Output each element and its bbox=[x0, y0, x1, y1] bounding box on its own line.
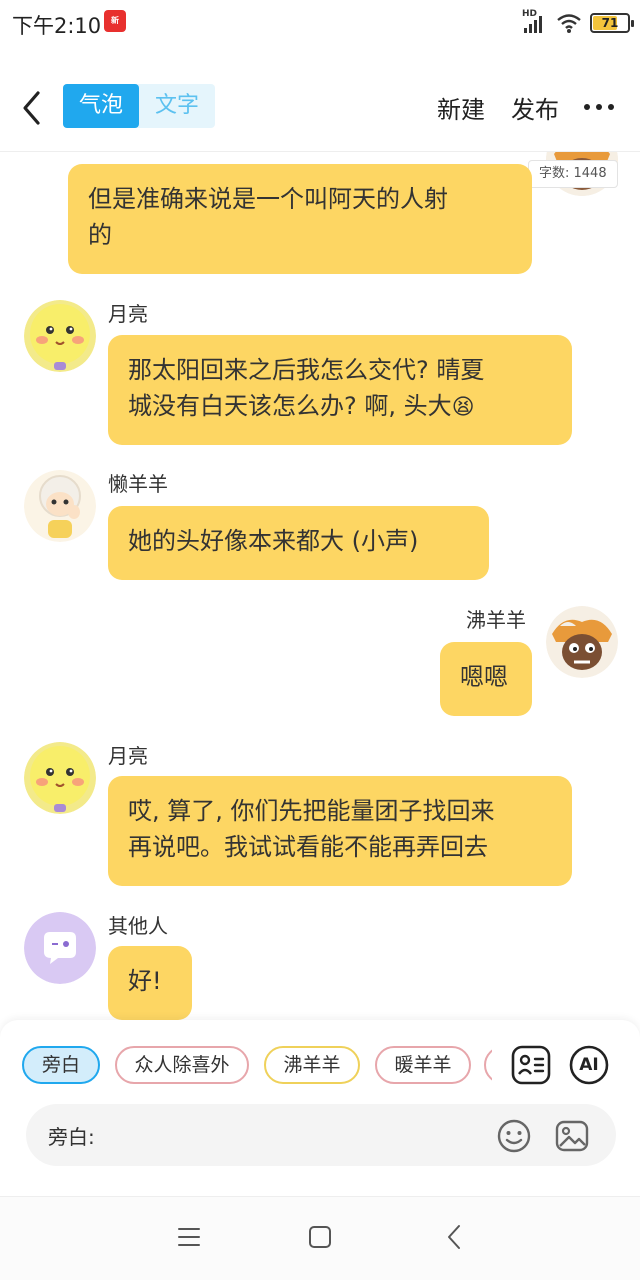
message-line: 好! bbox=[128, 967, 162, 995]
message-bubble[interactable]: 哎, 算了, 你们先把能量团子找回来 再说吧。我试试看能不能再弄回去 bbox=[108, 776, 572, 886]
role-chip-bar[interactable]: 旁白 众人除喜外 沸羊羊 暖羊羊 bbox=[22, 1046, 492, 1086]
contact-card-icon bbox=[511, 1045, 551, 1085]
home-square-icon bbox=[309, 1226, 331, 1248]
chip-fei-yang-yang[interactable]: 沸羊羊 bbox=[264, 1046, 360, 1084]
role-card-button[interactable] bbox=[510, 1044, 552, 1086]
avatar-moon[interactable] bbox=[24, 742, 96, 814]
sender-name: 月亮 bbox=[108, 302, 148, 326]
message-line: 嗯嗯 bbox=[460, 663, 508, 691]
back-triangle-icon bbox=[448, 1225, 460, 1249]
ai-button[interactable]: AI bbox=[568, 1044, 610, 1086]
new-button[interactable]: 新建 bbox=[437, 90, 485, 125]
image-icon bbox=[555, 1120, 589, 1152]
chip-more[interactable] bbox=[484, 1046, 492, 1084]
battery-level: 71 bbox=[601, 16, 619, 30]
message-line: 哎, 算了, 你们先把能量团子找回来 bbox=[128, 797, 495, 825]
tab-bubble[interactable]: 气泡 bbox=[63, 84, 139, 128]
chat-area[interactable]: 字数: 1448 但是准确来说是一个叫阿天的人射 的 月亮 那太阳回来之后我怎么… bbox=[0, 152, 640, 1020]
message-line: 的 bbox=[88, 221, 112, 249]
emoji-button[interactable] bbox=[496, 1118, 532, 1154]
message-bubble[interactable]: 好! bbox=[108, 946, 192, 1020]
avatar-lan-yang-yang[interactable] bbox=[24, 470, 96, 542]
more-options-icon[interactable] bbox=[584, 104, 614, 110]
top-bar: 气泡 文字 新建 发布 bbox=[0, 60, 640, 152]
news-app-icon: 新 bbox=[104, 10, 126, 32]
back-button[interactable] bbox=[18, 88, 48, 128]
message-bubble[interactable]: 那太阳回来之后我怎么交代? 晴夏 城没有白天该怎么办? 啊, 头大😫 bbox=[108, 335, 572, 445]
battery-icon: 71 bbox=[590, 13, 634, 33]
publish-button[interactable]: 发布 bbox=[511, 90, 559, 125]
nav-back-button[interactable] bbox=[440, 1223, 468, 1251]
message-input[interactable]: 旁白: bbox=[26, 1104, 616, 1166]
status-indicators: HD 71 bbox=[522, 9, 634, 36]
wifi-icon bbox=[556, 12, 582, 34]
avatar-fei-yang-yang[interactable] bbox=[546, 606, 618, 678]
menu-icon bbox=[178, 1228, 200, 1246]
message-line: 城没有白天该怎么办? 啊, 头大😫 bbox=[128, 392, 475, 420]
image-button[interactable] bbox=[554, 1118, 590, 1154]
message-line: 但是准确来说是一个叫阿天的人射 bbox=[88, 185, 448, 213]
tired-face-emoji-icon: 😫 bbox=[451, 395, 475, 420]
composer-panel: 旁白 众人除喜外 沸羊羊 暖羊羊 AI 旁白: bbox=[0, 1020, 640, 1196]
sender-name: 其他人 bbox=[108, 914, 168, 938]
message-bubble[interactable]: 但是准确来说是一个叫阿天的人射 的 bbox=[68, 164, 532, 274]
ai-label: AI bbox=[579, 1055, 599, 1075]
chevron-left-icon bbox=[23, 91, 40, 125]
chip-all-except-xi[interactable]: 众人除喜外 bbox=[115, 1046, 249, 1084]
input-role-label: 旁白: bbox=[48, 1125, 95, 1149]
home-button[interactable] bbox=[306, 1223, 334, 1251]
chip-nuan-yang-yang[interactable]: 暖羊羊 bbox=[375, 1046, 471, 1084]
sender-name: 月亮 bbox=[108, 744, 148, 768]
message-line: 那太阳回来之后我怎么交代? 晴夏 bbox=[128, 356, 485, 384]
system-nav-bar bbox=[0, 1196, 640, 1280]
chip-narration[interactable]: 旁白 bbox=[22, 1046, 100, 1084]
sender-name: 懒羊羊 bbox=[108, 472, 168, 496]
signal-icon: HD bbox=[522, 9, 548, 34]
smiley-icon bbox=[497, 1119, 531, 1153]
message-line: 她的头好像本来都大 (小声) bbox=[128, 527, 419, 555]
message-bubble[interactable]: 她的头好像本来都大 (小声) bbox=[108, 506, 489, 580]
menu-button[interactable] bbox=[175, 1223, 203, 1251]
status-bar: 下午2:10 新 HD 71 bbox=[0, 0, 640, 48]
tab-text[interactable]: 文字 bbox=[139, 84, 215, 128]
word-count-badge: 字数: 1448 bbox=[528, 160, 618, 188]
avatar-others[interactable] bbox=[24, 912, 96, 984]
display-mode-toggle: 气泡 文字 bbox=[63, 84, 215, 128]
battery-tip bbox=[631, 20, 634, 27]
sender-name: 沸羊羊 bbox=[466, 608, 526, 632]
message-line: 再说吧。我试试看能不能再弄回去 bbox=[128, 833, 488, 861]
message-bubble[interactable]: 嗯嗯 bbox=[440, 642, 532, 716]
status-time: 下午2:10 bbox=[12, 14, 102, 38]
avatar-moon[interactable] bbox=[24, 300, 96, 372]
